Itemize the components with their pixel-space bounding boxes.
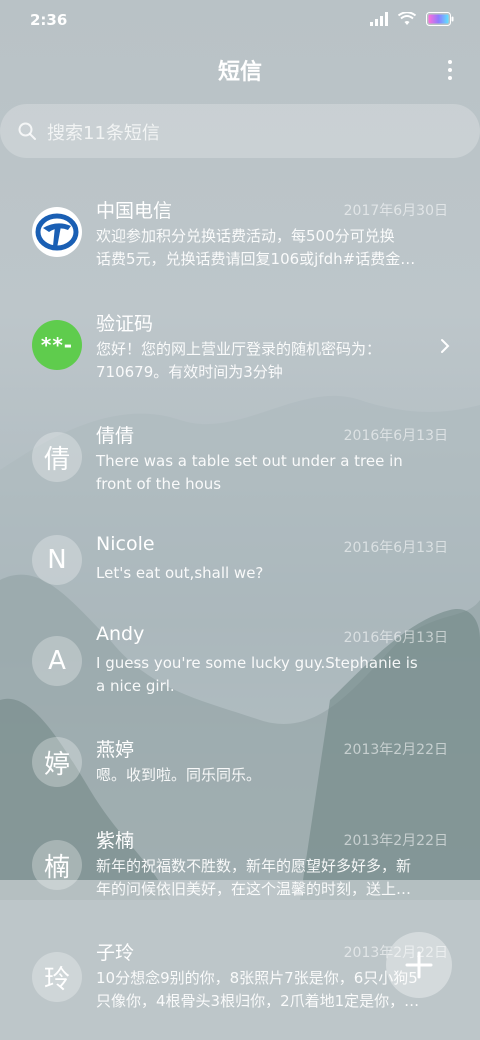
- conversation-row-verification[interactable]: **- 验证码 您好！您的网上营业厅登录的随机密码为： 710679。有效时间为…: [0, 292, 480, 404]
- conversation-date: 2016年6月13日: [343, 428, 448, 444]
- app-header: 短信: [0, 40, 480, 100]
- conversation-name: 子玲: [96, 942, 135, 964]
- contact-avatar: 婷: [32, 737, 82, 787]
- search-bar[interactable]: 搜索11条短信: [0, 104, 480, 158]
- conversation-date: 2013年2月22日: [343, 742, 448, 758]
- conversation-preview-line1: 您好！您的网上营业厅登录的随机密码为：: [96, 340, 382, 358]
- contact-avatar: 玲: [32, 952, 82, 1002]
- conversation-row-china-telecom[interactable]: 中国电信 2017年6月30日 欢迎参加积分兑换话费活动，每500分可兑换 话费…: [0, 180, 480, 292]
- more-vertical-icon[interactable]: [444, 58, 456, 82]
- conversation-preview-line2: 话费5元，兑换话费请回复106或jfdh#话费金…: [96, 250, 416, 268]
- conversation-name: Nicole: [96, 533, 155, 555]
- contact-avatar: A: [32, 636, 82, 686]
- conversation-name: 紫楠: [96, 830, 135, 852]
- conversation-preview-line1: 嗯。收到啦。同乐同乐。: [96, 766, 262, 784]
- conversation-preview-line2: 年的问候依旧美好，在这个温馨的时刻，送上…: [96, 880, 412, 898]
- conversation-name: 倩倩: [96, 425, 135, 447]
- search-placeholder: 搜索11条短信: [47, 123, 160, 144]
- conversation-preview-line2: 只像你，4根骨头3根归你，2爪着地1定是你，…: [96, 992, 420, 1010]
- conversation-date: 2016年6月13日: [343, 630, 448, 646]
- signal-icon: [370, 12, 388, 26]
- conversation-preview-line1: There was a table set out under a tree i…: [96, 452, 403, 470]
- conversation-preview-line1: 新年的祝福数不胜数，新年的愿望好多好多，新: [96, 857, 412, 875]
- conversation-row-andy[interactable]: A Andy 2016年6月13日 I guess you're some lu…: [0, 606, 480, 718]
- plus-icon: [405, 951, 433, 979]
- conversation-name: Andy: [96, 623, 145, 645]
- contact-avatar: 楠: [32, 840, 82, 890]
- conversation-preview-line2: front of the hous: [96, 475, 222, 493]
- conversation-preview-line2: a nice girl.: [96, 677, 175, 695]
- conversation-preview-line1: Let's eat out,shall we?: [96, 564, 264, 582]
- conversation-row-nicole[interactable]: N Nicole 2016年6月13日 Let's eat out,shall …: [0, 516, 480, 606]
- conversation-row-qianqian[interactable]: 倩 倩倩 2016年6月13日 There was a table set ou…: [0, 404, 480, 516]
- new-message-button[interactable]: [386, 932, 452, 998]
- wifi-icon: [398, 12, 416, 25]
- conversation-preview-line1: 10分想念9别的你，8张照片7张是你，6只小狗5: [96, 969, 418, 987]
- conversation-preview-line1: 欢迎参加积分兑换话费活动，每500分可兑换: [96, 227, 395, 245]
- status-time: 2:36: [30, 11, 68, 29]
- page-title: 短信: [217, 60, 262, 85]
- conversation-row-yanting[interactable]: 婷 燕婷 2013年2月22日 嗯。收到啦。同乐同乐。: [0, 718, 480, 808]
- conversation-name: 验证码: [96, 313, 154, 335]
- conversation-preview-line2: 710679。有效时间为3分钟: [96, 363, 283, 381]
- conversation-name: 燕婷: [96, 739, 135, 761]
- china-telecom-logo: [32, 207, 82, 257]
- conversation-name: 中国电信: [96, 200, 173, 222]
- status-bar: 2:36: [0, 0, 480, 40]
- verification-code-avatar: **-: [32, 320, 82, 370]
- conversation-preview-line1: I guess you're some lucky guy.Stephanie …: [96, 654, 418, 672]
- conversation-date: 2013年2月22日: [343, 833, 448, 849]
- conversation-date: 2017年6月30日: [343, 203, 448, 219]
- conversation-row-zinan[interactable]: 楠 紫楠 2013年2月22日 新年的祝福数不胜数，新年的愿望好多好多，新 年的…: [0, 808, 480, 920]
- contact-avatar: 倩: [32, 432, 82, 482]
- battery-icon: [426, 12, 454, 26]
- contact-avatar: N: [32, 535, 82, 585]
- search-icon: [18, 122, 36, 140]
- china-telecom-logo-icon: [35, 213, 79, 251]
- conversation-date: 2016年6月13日: [343, 540, 448, 556]
- chevron-right-icon: [441, 339, 450, 353]
